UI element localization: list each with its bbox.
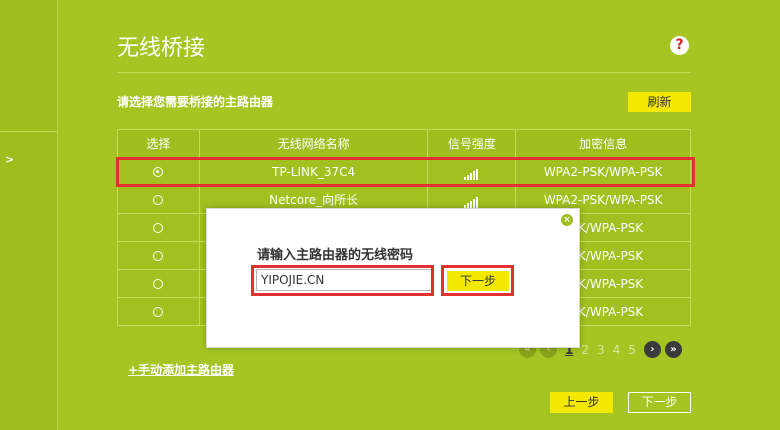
sidebar-expand-icon[interactable]: >	[5, 153, 14, 166]
radio-button[interactable]	[153, 251, 164, 261]
page-number[interactable]: 2	[581, 343, 589, 357]
password-dialog: × 请输入主路由器的无线密码 下一步	[206, 208, 580, 348]
header-select: 选择	[117, 129, 200, 158]
row-select-cell	[117, 157, 200, 186]
prev-step-button[interactable]: 上一步	[550, 392, 613, 413]
row-select-cell	[117, 269, 200, 298]
row-select-cell	[117, 185, 200, 214]
password-input[interactable]	[256, 269, 433, 291]
table-row[interactable]: TP-LINK_37C4 WPA2-PSK/WPA-PSK	[117, 157, 691, 186]
help-icon[interactable]: ?	[670, 36, 689, 55]
dialog-prompt: 请输入主路由器的无线密码	[257, 248, 414, 263]
refresh-button[interactable]: 刷新	[628, 92, 691, 112]
manual-add-router-link[interactable]: +手动添加主路由器	[128, 361, 234, 378]
page-title: 无线桥接	[117, 36, 206, 61]
table-header-row: 选择 无线网络名称 信号强度 加密信息	[117, 129, 691, 158]
header-signal: 信号强度	[427, 129, 517, 158]
header-ssid: 无线网络名称	[198, 129, 429, 158]
header-security: 加密信息	[515, 129, 691, 158]
radio-button[interactable]	[153, 167, 164, 177]
radio-button[interactable]	[153, 223, 164, 233]
sidebar-divider	[0, 131, 58, 132]
section-subtitle: 请选择您需要桥接的主路由器	[117, 95, 274, 109]
signal-strength-icon	[464, 166, 479, 180]
next-page-icon[interactable]: ›	[643, 341, 661, 358]
signal-strength-icon	[464, 194, 479, 208]
row-select-cell	[117, 297, 200, 326]
row-ssid: TP-LINK_37C4	[198, 157, 429, 186]
last-page-icon[interactable]: »	[664, 341, 682, 358]
radio-button[interactable]	[153, 195, 164, 205]
page-number[interactable]: 5	[628, 343, 636, 357]
next-step-button[interactable]: 下一步	[628, 392, 691, 413]
row-signal	[427, 157, 517, 186]
radio-button[interactable]	[153, 307, 164, 317]
row-select-cell	[117, 213, 200, 242]
radio-button[interactable]	[153, 279, 164, 289]
sidebar: >	[0, 0, 58, 430]
page-number[interactable]: 4	[613, 343, 621, 357]
row-security: WPA2-PSK/WPA-PSK	[515, 157, 691, 186]
row-select-cell	[117, 241, 200, 270]
page-number[interactable]: 3	[597, 343, 605, 357]
dialog-next-button[interactable]: 下一步	[447, 271, 509, 291]
title-divider	[117, 72, 691, 73]
close-icon[interactable]: ×	[561, 214, 573, 226]
